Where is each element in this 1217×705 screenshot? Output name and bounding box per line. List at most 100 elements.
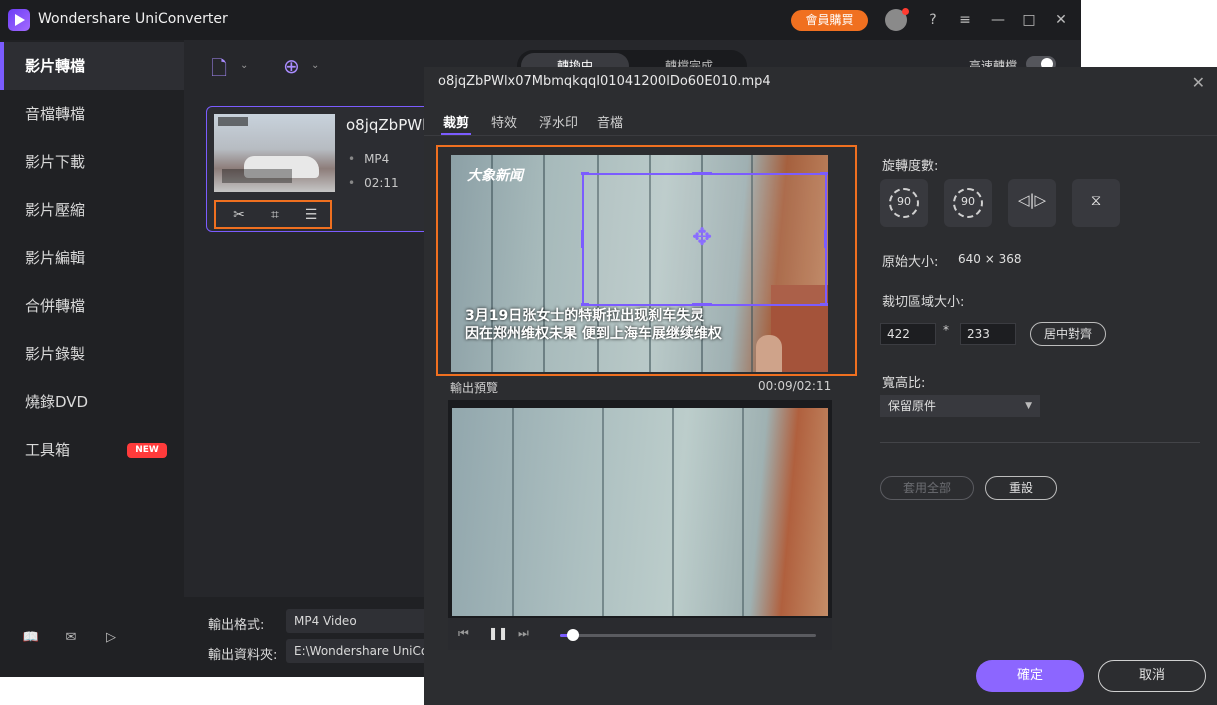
add-device-icon[interactable]: ⊕ [283,54,300,78]
crop-width-input[interactable]: 422 [880,323,936,345]
chevron-down-icon: ▼ [1025,401,1032,411]
original-size-value: 640 × 368 [958,252,1022,266]
window-pane [742,408,744,616]
divider [880,442,1200,443]
sidebar-item-record[interactable]: 影片錄製 [0,330,184,378]
output-folder-field[interactable]: E:\Wondershare UniCon [286,639,446,663]
aspect-ratio-select[interactable]: 保留原件 ▼ [880,395,1040,417]
player-controls: ⏮ ❚❚ ⏭ [448,618,832,650]
sidebar-item-toolbox[interactable]: 工具箱 NEW [0,426,184,474]
sidebar-item-label: 影片壓縮 [25,201,86,219]
crop-handle-tl[interactable] [581,172,589,175]
crop-icon[interactable]: ⌗ [266,207,284,223]
flip-horizontal-button[interactable]: ◁|▷ [1008,179,1056,227]
new-badge: NEW [127,443,167,458]
book-icon[interactable]: 📖 [22,630,40,648]
add-file-icon[interactable]: 🗋 [211,54,227,80]
sidebar-item-video-convert[interactable]: 影片轉檔 [0,42,184,90]
sidebar-item-merge[interactable]: 合併轉檔 [0,282,184,330]
menu-icon[interactable]: ≡ [955,10,975,30]
sidebar-item-label: 影片轉檔 [25,57,86,75]
crop-handle-tr[interactable] [820,172,828,175]
seek-track[interactable] [560,634,816,637]
news-logo: 大象新闻 [467,168,523,184]
sidebar-item-burn-dvd[interactable]: 燒錄DVD [0,378,184,426]
thumbnail-caption [222,169,292,183]
close-icon[interactable]: ✕ [1192,73,1205,92]
tab-watermark[interactable]: 浮水印 [539,112,578,131]
buy-button[interactable]: 會員購買 [791,10,868,31]
person [756,335,782,372]
settings-sliders-icon[interactable]: ☰ [302,207,320,223]
avatar[interactable] [885,8,909,31]
reset-button[interactable]: 重設 [985,476,1057,500]
crop-dialog: o8jqZbPWlx07MbmqkqqI01041200lDo60E010.mp… [424,67,1217,705]
ok-button[interactable]: 確定 [976,660,1084,692]
video-thumbnail[interactable] [214,114,335,192]
rotate-cw-button[interactable]: 90 [944,179,992,227]
output-format-select[interactable]: MP4 Video [286,609,446,633]
file-name: o8jqZbPWlx [346,116,436,134]
aspect-ratio-value: 保留原件 [888,399,937,413]
move-icon[interactable]: ✥ [692,225,712,249]
time-display: 00:09/02:11 [758,379,832,393]
app-title: Wondershare UniConverter [38,11,228,27]
thumbnail-tag [218,117,248,126]
window-pane [672,408,674,616]
sidebar-item-audio-convert[interactable]: 音檔轉檔 [0,90,184,138]
tab-crop[interactable]: 裁剪 [443,112,469,131]
close-icon[interactable]: ✕ [1051,10,1071,30]
original-size-label: 原始大小: [882,255,939,270]
sidebar-item-label: 工具箱 [25,441,71,459]
flip-vertical-icon: ⧖ [1090,191,1102,209]
crop-height-input[interactable]: 233 [960,323,1016,345]
tab-audio[interactable]: 音檔 [597,112,623,131]
center-align-button[interactable]: 居中對齊 [1030,322,1106,346]
sidebar-item-label: 影片下載 [25,153,86,171]
chevron-down-icon[interactable]: ⌄ [311,60,319,71]
crop-handle-br[interactable] [820,303,828,306]
sidebar-item-video-compress[interactable]: 影片壓縮 [0,186,184,234]
pause-icon[interactable]: ❚❚ [488,626,508,640]
preview-label: 輸出預覽 [450,381,499,395]
scissors-icon[interactable]: ✂ [230,207,248,223]
title-bar: Wondershare UniConverter 會員購買 ? ≡ — □ ✕ [0,0,1081,40]
chevron-down-icon[interactable]: ⌄ [240,60,248,71]
rotate-label: 旋轉度數: [882,159,939,174]
rotate-ccw-button[interactable]: 90 [880,179,928,227]
crop-handle-top[interactable] [692,172,712,175]
maximize-icon[interactable]: □ [1019,10,1039,30]
cancel-button[interactable]: 取消 [1098,660,1206,692]
sidebar-item-label: 合併轉檔 [25,297,86,315]
tab-effects[interactable]: 特效 [491,112,517,131]
aspect-ratio-label: 寬高比: [882,376,926,391]
rotate-cw-value: 90 [961,195,975,208]
previous-frame-icon[interactable]: ⏮ [458,626,469,641]
window-pane [512,408,514,616]
seek-knob[interactable] [566,629,579,641]
edit-tools: ✂ ⌗ ☰ [214,200,332,229]
apply-all-button[interactable]: 套用全部 [880,476,974,500]
dialog-title: o8jqZbPWlx07MbmqkqqI01041200lDo60E010.mp… [438,74,771,89]
crop-handle-left[interactable] [581,230,584,248]
output-preview: ⏮ ❚❚ ⏭ [448,400,832,650]
help-icon[interactable]: ? [923,10,943,30]
video-caption: 3月19日张女士的特斯拉出现刹车失灵 因在郑州维权未果 便到上海车展继续维权 [465,307,722,343]
mail-icon[interactable]: ✉ [62,630,80,648]
sidebar-item-video-edit[interactable]: 影片編輯 [0,234,184,282]
crop-handle-bl[interactable] [581,303,589,306]
crop-handle-bottom[interactable] [692,303,712,306]
flip-vertical-button[interactable]: ⧖ [1072,179,1120,227]
sidebar-item-label: 影片編輯 [25,249,86,267]
output-format-label: 輸出格式: [208,618,265,633]
video-user-icon[interactable]: ▷ [102,630,120,648]
times-sign: * [943,323,949,337]
crop-handle-right[interactable] [824,230,827,248]
caption-line-1: 3月19日张女士的特斯拉出现刹车失灵 [465,308,705,324]
sidebar-item-video-download[interactable]: 影片下載 [0,138,184,186]
next-frame-icon[interactable]: ⏭ [518,626,529,641]
minimize-icon[interactable]: — [988,10,1008,30]
flip-horizontal-icon: ◁|▷ [1017,191,1047,209]
sidebar: 影片轉檔 音檔轉檔 影片下載 影片壓縮 影片編輯 合併轉檔 影片錄製 燒錄DVD… [0,40,184,677]
divider [424,135,1217,136]
